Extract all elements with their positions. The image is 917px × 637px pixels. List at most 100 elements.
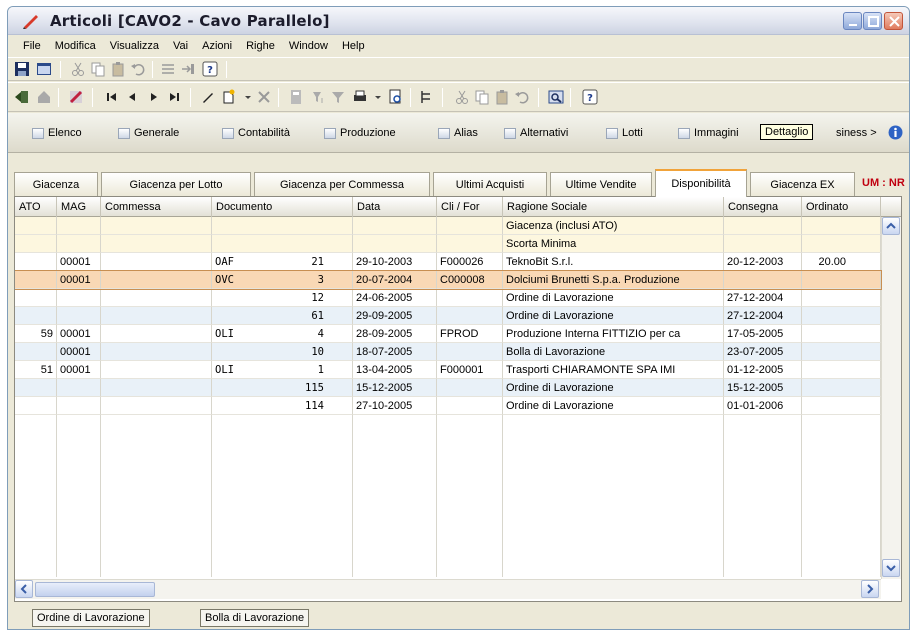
record-icon[interactable] (68, 89, 84, 105)
home-icon[interactable] (36, 89, 52, 105)
next-record-icon[interactable] (146, 89, 162, 105)
calculator-icon[interactable] (288, 89, 304, 105)
menu-azioni[interactable]: Azioni (195, 40, 239, 52)
table-row[interactable]: 114 27-10-2005 Ordine di Lavorazione 01-01-… (15, 397, 881, 415)
cell-ordinato (802, 325, 881, 343)
last-record-icon[interactable] (166, 89, 182, 105)
menu-modifica[interactable]: Modifica (48, 40, 103, 52)
exit-icon[interactable] (14, 89, 30, 105)
first-record-icon[interactable] (104, 89, 120, 105)
help-icon[interactable]: ? (202, 61, 218, 77)
window-icon[interactable] (36, 61, 52, 77)
insert-row-icon[interactable] (180, 61, 196, 77)
undo-icon[interactable] (130, 61, 146, 77)
horizontal-scrollbar[interactable] (15, 579, 881, 599)
tooltip: Dettaglio (760, 124, 814, 140)
nav-item-produzione[interactable]: Produzione (324, 125, 396, 141)
empty-cell (724, 469, 802, 487)
copy-icon-2[interactable] (474, 89, 490, 105)
nav-item-generale[interactable]: Generale (118, 125, 179, 141)
scroll-right-button[interactable] (861, 580, 879, 598)
paste-icon[interactable] (110, 61, 126, 77)
maximize-button[interactable] (863, 12, 882, 30)
scroll-down-button[interactable] (882, 559, 900, 577)
tree-structure-icon[interactable] (418, 89, 434, 105)
table-row[interactable]: 00001 OVC 3 20-07-2004 C000008 Dolciumi Brune… (15, 270, 882, 290)
column-header-data[interactable]: Data (353, 197, 437, 217)
paste-icon-2[interactable] (494, 89, 510, 105)
menu-visualizza[interactable]: Visualizza (103, 40, 166, 52)
column-header-mag[interactable]: MAG (57, 197, 101, 217)
scroll-left-button[interactable] (15, 580, 33, 598)
nav-item-alternativi[interactable]: Alternativi (504, 125, 568, 141)
nav-item-lotti[interactable]: Lotti (606, 125, 643, 141)
print-dropdown-icon[interactable] (370, 89, 386, 105)
tab-giacenza[interactable]: Giacenza (14, 172, 98, 196)
save-icon[interactable] (14, 61, 30, 77)
minimize-button[interactable] (843, 12, 862, 30)
tab-disponibilita[interactable]: Disponibilità (655, 169, 747, 197)
nav-item-contabilita[interactable]: Contabilità (222, 125, 290, 141)
column-header-commessa[interactable]: Commessa (101, 197, 212, 217)
table-row[interactable]: 00001 10 18-07-2005 Bolla di Lavorazione 23-… (15, 343, 881, 361)
table-row[interactable]: Scorta Minima (15, 235, 881, 253)
table-row[interactable]: 51 00001 OLI 1 13-04-2005 F000001 Trasporti CH… (15, 361, 881, 379)
search-window-icon[interactable] (548, 89, 564, 105)
list-rows-icon[interactable] (160, 61, 176, 77)
menu-file[interactable]: File (16, 40, 48, 52)
table-row[interactable]: 12 24-06-2005 Ordine di Lavorazione 27-12-2… (15, 289, 881, 307)
cell-commessa (101, 253, 212, 271)
help-icon-2[interactable]: ? (582, 89, 598, 105)
status-button-ordine-di-lavorazione[interactable]: Ordine di Lavorazione (32, 609, 150, 627)
delete-icon[interactable] (256, 89, 272, 105)
nav-item-elenco[interactable]: Elenco (32, 125, 82, 141)
copy-icon[interactable] (90, 61, 106, 77)
column-header-ordinato[interactable]: Ordinato (802, 197, 881, 217)
table-row[interactable]: 00001 OAF 21 29-10-2003 F000026 TeknoBit S.r.… (15, 253, 881, 271)
tab-ultimi-acquisti[interactable]: Ultimi Acquisti (433, 172, 547, 196)
vertical-scrollbar[interactable] (881, 217, 901, 579)
edit-pencil-icon[interactable] (200, 89, 216, 105)
table-row[interactable]: Giacenza (inclusi ATO) (15, 217, 881, 235)
column-header-cli-for[interactable]: Cli / For (437, 197, 503, 217)
table-row[interactable]: 61 29-09-2005 Ordine di Lavorazione 27-12-2… (15, 307, 881, 325)
nav-overflow-link[interactable]: siness > (836, 125, 877, 141)
column-header-ato[interactable]: ATO (15, 197, 57, 217)
status-button-bolla-di-lavorazione[interactable]: Bolla di Lavorazione (200, 609, 310, 627)
print-preview-icon[interactable] (388, 89, 404, 105)
cell-cli-for (437, 289, 503, 307)
undo-icon-2[interactable] (514, 89, 530, 105)
cut-icon-2[interactable] (454, 89, 470, 105)
column-header-ragione-sociale[interactable]: Ragione Sociale (503, 197, 724, 217)
dropdown-arrow-icon[interactable] (240, 89, 256, 105)
info-icon[interactable] (888, 125, 903, 140)
empty-row (15, 559, 881, 577)
menu-vai[interactable]: Vai (166, 40, 195, 52)
nav-item-immagini[interactable]: Immagini (678, 125, 739, 141)
navigation-toolbar: ? (8, 82, 909, 112)
table-row[interactable]: 59 00001 OLI 4 28-09-2005 FPROD Produzione Int… (15, 325, 881, 343)
column-header-consegna[interactable]: Consegna (724, 197, 802, 217)
scroll-up-button[interactable] (882, 217, 900, 235)
previous-record-icon[interactable] (124, 89, 140, 105)
table-row[interactable]: 115 15-12-2005 Ordine di Lavorazione 15-12-… (15, 379, 881, 397)
menu-window[interactable]: Window (282, 40, 335, 52)
tab-giacenza-ex[interactable]: Giacenza EX (750, 172, 855, 196)
tab-ultime-vendite[interactable]: Ultime Vendite (550, 172, 652, 196)
cut-icon[interactable] (70, 61, 86, 77)
status-bar: Ordine di Lavorazione Bolla di Lavorazion… (14, 607, 907, 629)
nav-item-alias[interactable]: Alias (438, 125, 478, 141)
cell-commessa (101, 379, 212, 397)
print-icon[interactable] (352, 89, 368, 105)
new-document-icon[interactable] (220, 89, 236, 105)
filter-icon[interactable] (330, 89, 346, 105)
sort-filter-icon[interactable] (310, 89, 326, 105)
column-header-documento[interactable]: Documento (212, 197, 353, 217)
menu-help[interactable]: Help (335, 40, 372, 52)
title-bar[interactable]: Articoli [CAVO2 - Cavo Parallelo] (8, 7, 909, 35)
tab-giacenza-per-lotto[interactable]: Giacenza per Lotto (101, 172, 251, 196)
close-button[interactable] (884, 12, 903, 30)
menu-righe[interactable]: Righe (239, 40, 282, 52)
horizontal-scroll-thumb[interactable] (35, 582, 155, 597)
tab-giacenza-per-commessa[interactable]: Giacenza per Commessa (254, 172, 430, 196)
